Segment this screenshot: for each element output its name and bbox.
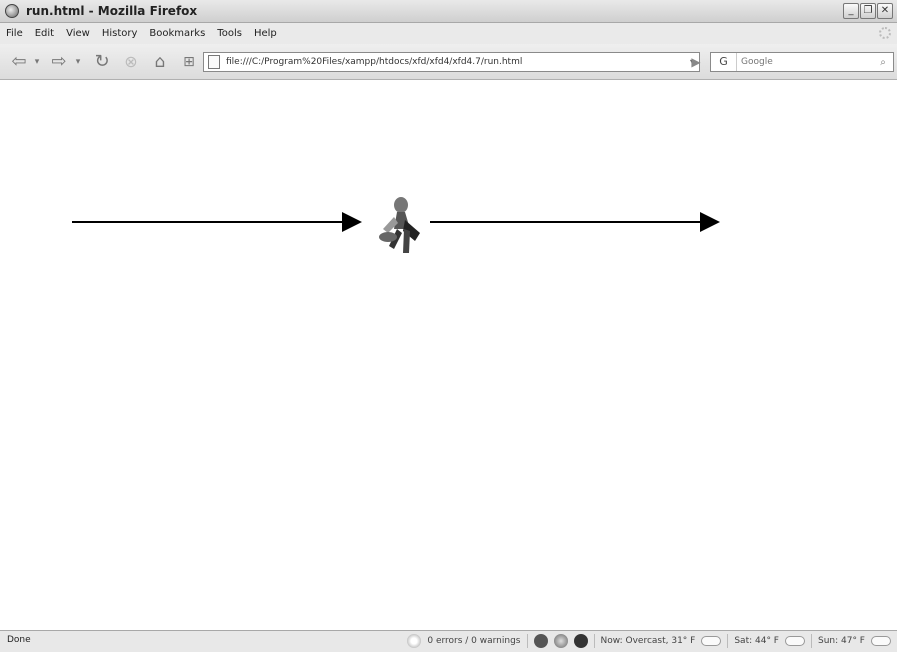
back-dropdown-icon[interactable]: ▾ [33,52,41,72]
weather-sunday[interactable]: Sun: 47° F [818,636,865,646]
status-panels: 0 errors / 0 warnings Now: Overcast, 31°… [407,634,891,648]
status-text: Done [7,635,31,645]
cloud-icon [784,636,805,646]
maximize-button[interactable]: ❐ [860,3,876,19]
go-icon[interactable]: ▶ [688,53,704,71]
weather-now[interactable]: Now: Overcast, 31° F [601,636,696,646]
cloud-icon [871,636,891,646]
title-bar: run.html - Mozilla Firefox _ ❐ ✕ [0,0,897,23]
divider [526,634,528,648]
firefox-icon [5,4,19,18]
stop-icon[interactable]: ⊗ [119,52,143,72]
search-bar[interactable]: G ⌕ [710,52,894,72]
page-canvas [72,197,720,253]
runner-sprite [379,197,420,253]
gear-icon[interactable] [553,634,568,648]
weather-saturday[interactable]: Sat: 44° F [734,636,779,646]
divider [727,634,729,648]
menu-view[interactable]: View [66,28,90,39]
page-content [0,81,897,630]
error-console-icon[interactable] [407,634,422,648]
cloud-icon [701,636,722,646]
minimize-button[interactable]: _ [843,3,859,19]
search-icon[interactable]: ⌕ [876,57,890,68]
divider [593,634,595,648]
divider [810,634,812,648]
home-icon[interactable]: ⌂ [148,52,172,72]
window-title: run.html - Mozilla Firefox [26,4,198,18]
forward-arrow-icon[interactable]: ⇨ [46,52,72,72]
status-bar: Done 0 errors / 0 warnings Now: Overcast… [0,630,897,652]
close-button[interactable]: ✕ [877,3,893,19]
menu-edit[interactable]: Edit [35,28,54,39]
search-engine-icon[interactable]: G [711,53,737,71]
url-bar[interactable]: file:///C:/Program%20Files/xampp/htdocs/… [203,52,700,72]
menu-bookmarks[interactable]: Bookmarks [149,28,205,39]
page-icon [208,55,220,69]
menu-history[interactable]: History [102,28,138,39]
new-tab-icon[interactable]: ⊞ [177,52,201,72]
url-text[interactable]: file:///C:/Program%20Files/xampp/htdocs/… [226,57,685,67]
right-arrow [430,212,720,232]
reload-icon[interactable]: ↻ [90,52,114,72]
throbber-icon [879,27,891,39]
menu-help[interactable]: Help [254,28,277,39]
menu-file[interactable]: File [6,28,23,39]
error-count[interactable]: 0 errors / 0 warnings [427,636,520,646]
back-arrow-icon[interactable]: ⇦ [6,52,32,72]
search-input[interactable] [741,57,876,67]
forward-dropdown-icon[interactable]: ▾ [74,52,82,72]
addon-icon[interactable] [533,634,548,648]
left-arrow [72,212,362,232]
window-controls: _ ❐ ✕ [843,3,893,19]
menu-bar: File Edit View History Bookmarks Tools H… [0,23,897,44]
globe-icon[interactable] [573,634,588,648]
menu-tools[interactable]: Tools [217,28,242,39]
